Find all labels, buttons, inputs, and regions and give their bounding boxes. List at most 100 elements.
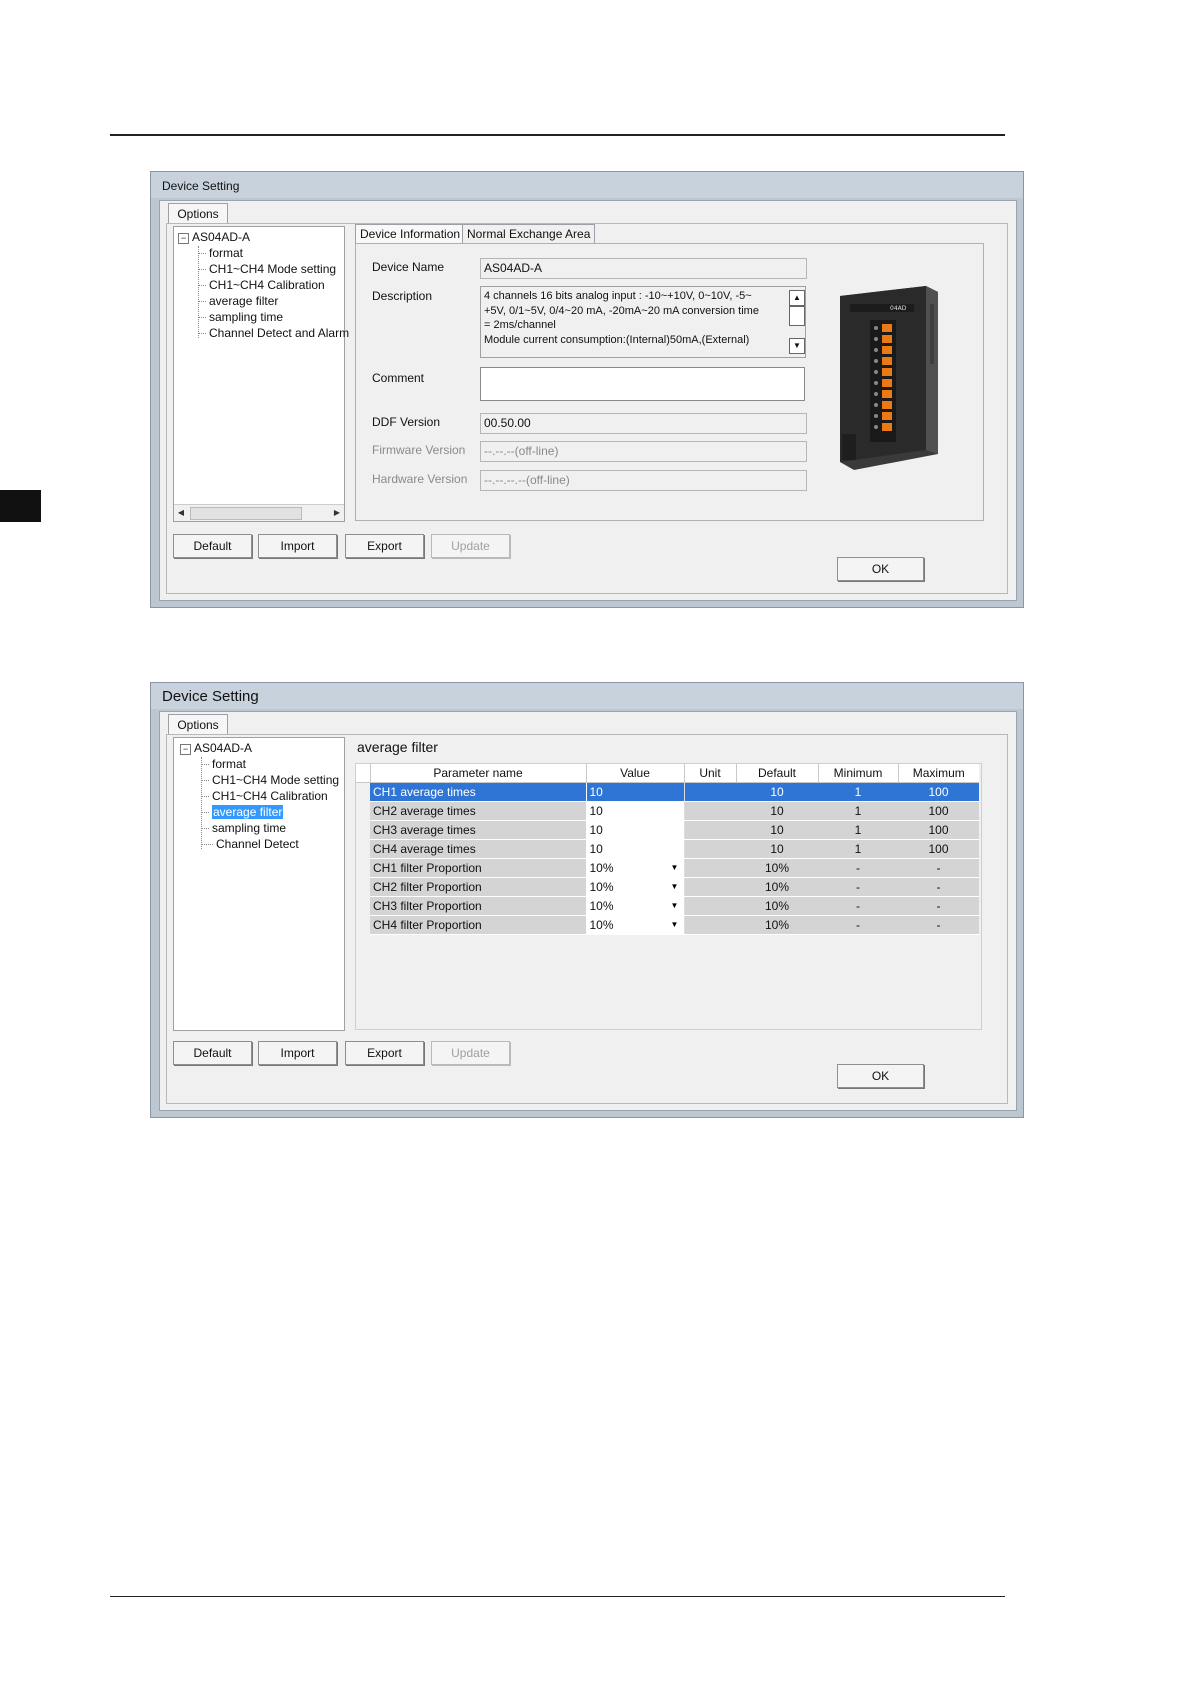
scroll-left-icon[interactable]: ◀ [175, 507, 187, 519]
maximum-cell: 100 [898, 820, 979, 840]
table-row[interactable]: CH3 average times 10 10 1 100 [356, 820, 979, 840]
ok-button[interactable]: OK [837, 1064, 924, 1088]
tree-line [201, 757, 202, 849]
titlebar: Device Setting [151, 172, 1023, 198]
tree-item-sampling-time[interactable]: sampling time [212, 821, 286, 835]
unit-cell [684, 782, 736, 802]
table-row[interactable]: CH1 filter Proportion 10% ▼ 10% - - [356, 858, 979, 878]
tree-item-format[interactable]: format [212, 757, 246, 771]
tree-item-calibration[interactable]: CH1~CH4 Calibration [212, 789, 328, 803]
export-button[interactable]: Export [345, 1041, 424, 1065]
parameter-table: Parameter name Value Unit Default Minimu… [356, 764, 979, 935]
column-header[interactable]: Value [586, 764, 685, 783]
description-line: +5V, 0/1~5V, 0/4~20 mA, -20mA~20 mA conv… [484, 304, 759, 317]
tab-normal-exchange-area[interactable]: Normal Exchange Area [462, 224, 596, 243]
hardware-version-field: --.--.--.--(off-line) [480, 470, 807, 491]
parameter-name-cell[interactable]: CH4 filter Proportion [370, 915, 587, 935]
dialog-client: Options − AS04AD-A format CH1~CH4 Mode s… [159, 200, 1017, 601]
device-setting-dialog-info: Device Setting Options − AS04AD-A format… [150, 171, 1024, 608]
description-textbox: 4 channels 16 bits analog input : -10~+1… [480, 286, 806, 358]
tree-item-mode-setting[interactable]: CH1~CH4 Mode setting [212, 773, 339, 787]
value-cell[interactable]: 10% ▼ [586, 877, 685, 897]
tab-options[interactable]: Options [168, 714, 228, 735]
import-button[interactable]: Import [258, 1041, 337, 1065]
tree-root[interactable]: AS04AD-A [192, 230, 250, 244]
value-cell[interactable]: 10 [586, 839, 685, 859]
parameter-name-cell[interactable]: CH2 filter Proportion [370, 877, 587, 897]
parameter-name-cell[interactable]: CH3 average times [370, 820, 587, 840]
ok-button[interactable]: OK [837, 557, 924, 581]
dialog-title: Device Setting [162, 688, 259, 705]
tree-horizontal-scrollbar[interactable]: ◀ ▶ [174, 504, 344, 521]
description-scrollbar[interactable]: ▲ ▼ [788, 288, 805, 356]
value-cell[interactable]: 10% ▼ [586, 896, 685, 916]
scroll-right-icon[interactable]: ▶ [331, 507, 343, 519]
scroll-thumb[interactable] [789, 306, 805, 326]
ddf-version-label: DDF Version [372, 415, 441, 429]
row-gutter [356, 915, 370, 935]
minimum-cell: 1 [818, 839, 898, 859]
parameter-name-cell[interactable]: CH1 average times [370, 782, 587, 802]
description-line: Module current consumption:(Internal)50m… [484, 333, 750, 346]
default-cell: 10 [736, 820, 818, 840]
table-row[interactable]: CH2 filter Proportion 10% ▼ 10% - - [356, 877, 979, 897]
value-cell[interactable]: 10 [586, 782, 685, 802]
value-cell[interactable]: 10% ▼ [586, 915, 685, 935]
value-text: 10% [589, 880, 614, 894]
column-header[interactable]: Parameter name [370, 764, 587, 783]
column-header[interactable]: Unit [684, 764, 737, 783]
parameter-name-cell[interactable]: CH3 filter Proportion [370, 896, 587, 916]
scroll-down-icon[interactable]: ▼ [789, 338, 805, 354]
comment-input[interactable] [480, 367, 805, 401]
tree-item-channel-detect[interactable]: Channel Detect and Alarm [209, 326, 349, 340]
tree-item-sampling-time[interactable]: sampling time [209, 310, 283, 324]
table-row[interactable]: CH3 filter Proportion 10% ▼ 10% - - [356, 896, 979, 916]
value-cell[interactable]: 10% ▼ [586, 858, 685, 878]
table-row[interactable]: CH2 average times 10 10 1 100 [356, 801, 979, 821]
dropdown-arrow-icon[interactable]: ▼ [668, 880, 682, 893]
dropdown-arrow-icon[interactable]: ▼ [668, 899, 682, 912]
tree-root[interactable]: AS04AD-A [194, 741, 252, 755]
description-line: = 2ms/channel [484, 319, 556, 331]
parameter-name-cell[interactable]: CH1 filter Proportion [370, 858, 587, 878]
table-row[interactable]: CH4 average times 10 10 1 100 [356, 839, 979, 859]
tree-item-average-filter[interactable]: average filter [209, 294, 278, 308]
parameter-name-cell[interactable]: CH2 average times [370, 801, 587, 821]
update-button[interactable]: Update [431, 1041, 510, 1065]
column-header[interactable]: Default [736, 764, 819, 783]
tree-item-channel-detect[interactable]: Channel Detect [216, 837, 299, 851]
export-button[interactable]: Export [345, 534, 424, 558]
default-button[interactable]: Default [173, 534, 252, 558]
chapter-side-tab [0, 490, 41, 522]
unit-cell [684, 896, 736, 916]
default-cell: 10% [736, 915, 818, 935]
update-button[interactable]: Update [431, 534, 510, 558]
collapse-icon[interactable]: − [180, 744, 191, 755]
value-cell[interactable]: 10 [586, 801, 685, 821]
collapse-icon[interactable]: − [178, 233, 189, 244]
tree-item-calibration[interactable]: CH1~CH4 Calibration [209, 278, 325, 292]
tab-options[interactable]: Options [168, 203, 228, 224]
tab-device-information[interactable]: Device Information [355, 224, 466, 244]
section-title: average filter [357, 739, 438, 755]
row-gutter [356, 839, 370, 859]
scroll-thumb[interactable] [190, 507, 302, 520]
unit-cell [684, 877, 736, 897]
value-text: 10% [589, 861, 614, 875]
table-row[interactable]: CH1 average times 10 10 1 100 [356, 782, 979, 802]
tree-item-mode-setting[interactable]: CH1~CH4 Mode setting [209, 262, 336, 276]
dropdown-arrow-icon[interactable]: ▼ [668, 918, 682, 931]
unit-cell [684, 858, 736, 878]
tree-item-average-filter-selected[interactable]: average filter [212, 805, 284, 819]
value-cell[interactable]: 10 [586, 820, 685, 840]
default-button[interactable]: Default [173, 1041, 252, 1065]
column-header[interactable]: Minimum [818, 764, 899, 783]
import-button[interactable]: Import [258, 534, 337, 558]
scroll-up-icon[interactable]: ▲ [789, 290, 805, 306]
dropdown-arrow-icon[interactable]: ▼ [668, 861, 682, 874]
maximum-cell: 100 [898, 782, 979, 802]
tree-item-format[interactable]: format [209, 246, 243, 260]
table-row[interactable]: CH4 filter Proportion 10% ▼ 10% - - [356, 915, 979, 935]
column-header[interactable]: Maximum [898, 764, 979, 783]
parameter-name-cell[interactable]: CH4 average times [370, 839, 587, 859]
